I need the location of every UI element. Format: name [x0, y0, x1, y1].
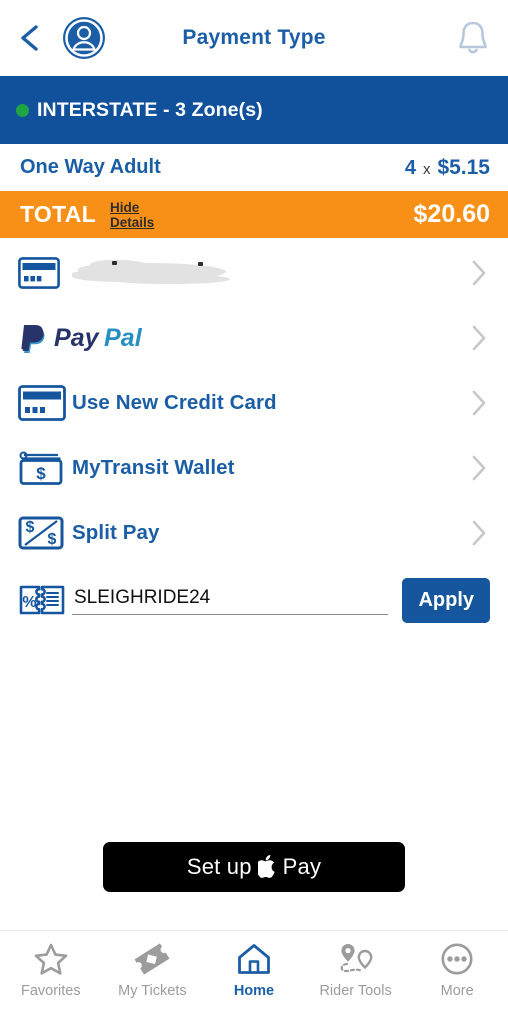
fare-pricing: 4 x $5.15 — [405, 156, 490, 180]
svg-text:$: $ — [26, 519, 35, 536]
chevron-left-icon — [21, 25, 38, 51]
payment-type-screen: Payment Type INTERSTATE - 3 Zone(s) One … — [0, 0, 508, 1024]
nav-item-favorites[interactable]: Favorites — [0, 940, 102, 999]
fare-multiplier: x — [422, 160, 431, 178]
zone-banner: INTERSTATE - 3 Zone(s) — [0, 76, 508, 144]
svg-text:Pal: Pal — [104, 324, 143, 352]
payment-option-split-pay[interactable]: $ $ Split Pay — [0, 500, 508, 565]
paypal-wordmark: Pay Pal — [54, 323, 172, 353]
map-pins-icon — [335, 940, 377, 978]
nav-label: Rider Tools — [319, 983, 392, 999]
paypal-mark-icon — [18, 321, 54, 355]
redacted-card-label — [72, 258, 232, 288]
promo-code-row: % Apply — [0, 565, 508, 635]
split-pay-icon: $ $ — [18, 515, 72, 551]
nav-label: More — [440, 983, 474, 999]
payment-option-label: Use New Credit Card — [72, 390, 277, 414]
fare-summary-row: One Way Adult 4 x $5.15 — [0, 144, 508, 191]
profile-avatar-button[interactable] — [56, 8, 112, 68]
notification-bell-icon — [459, 21, 487, 54]
nav-item-home[interactable]: Home — [203, 940, 305, 999]
chevron-right-icon — [470, 324, 488, 352]
hide-details-link[interactable]: Hide Details — [110, 200, 156, 230]
svg-text:%: % — [22, 594, 36, 611]
payment-option-new-credit-card[interactable]: Use New Credit Card — [0, 370, 508, 435]
nav-label: Home — [233, 983, 275, 999]
home-icon — [236, 940, 272, 978]
nav-item-more[interactable]: More — [406, 940, 508, 999]
payment-option-label: MyTransit Wallet — [72, 455, 235, 479]
fare-product-name: One Way Adult — [20, 156, 161, 178]
paypal-logo-icon: Pay Pal — [54, 324, 143, 352]
apple-pay-label-after: Pay — [282, 854, 322, 879]
bottom-navigation: Favorites My Tickets Home Rider Tools Mo… — [0, 930, 508, 1024]
payment-option-mytransit-wallet[interactable]: $ MyTransit Wallet — [0, 435, 508, 500]
payment-option-saved-card[interactable] — [0, 240, 508, 305]
nav-item-rider-tools[interactable]: Rider Tools — [305, 940, 407, 999]
svg-text:$: $ — [36, 464, 46, 483]
wallet-icon: $ — [18, 448, 72, 488]
apple-pay-label-before: Set up — [186, 854, 252, 879]
fare-unit-price: $5.15 — [437, 155, 490, 179]
payment-option-paypal[interactable]: Pay Pal — [0, 305, 508, 370]
nav-label: Favorites — [20, 983, 81, 999]
credit-card-icon — [18, 384, 72, 421]
total-bar: TOTAL Hide Details $20.60 — [0, 191, 508, 238]
chevron-right-icon — [470, 389, 488, 417]
total-amount: $20.60 — [413, 200, 490, 228]
coupon-percent-icon: % — [18, 582, 72, 618]
back-button[interactable] — [2, 8, 56, 68]
payment-methods-list: Pay Pal Use New Credit Card $ MyTransit … — [0, 238, 508, 635]
zone-label: INTERSTATE - 3 Zone(s) — [37, 98, 263, 121]
apple-logo-icon — [257, 854, 277, 878]
nav-label: My Tickets — [118, 983, 187, 999]
payment-option-label: Split Pay — [72, 520, 160, 544]
svg-text:$: $ — [48, 531, 57, 548]
chevron-right-icon — [470, 259, 488, 287]
set-up-apple-pay-button[interactable]: Set up Pay — [103, 842, 405, 892]
promo-code-input[interactable] — [72, 585, 389, 615]
notifications-button[interactable] — [438, 8, 508, 68]
star-icon — [33, 940, 69, 978]
apple-pay-container: Set up Pay — [0, 842, 508, 930]
user-avatar-icon — [63, 17, 105, 59]
svg-text:Pay: Pay — [54, 324, 100, 352]
credit-card-icon — [18, 256, 72, 289]
fare-quantity: 4 — [404, 156, 416, 179]
chevron-right-icon — [470, 519, 488, 547]
more-dots-icon — [439, 940, 475, 978]
chevron-right-icon — [470, 454, 488, 482]
app-header: Payment Type — [0, 0, 508, 76]
zone-status-dot — [16, 103, 29, 117]
apply-promo-button[interactable]: Apply — [402, 577, 490, 623]
total-label: TOTAL — [20, 201, 97, 227]
nav-item-my-tickets[interactable]: My Tickets — [102, 940, 204, 999]
ticket-icon — [132, 940, 172, 978]
